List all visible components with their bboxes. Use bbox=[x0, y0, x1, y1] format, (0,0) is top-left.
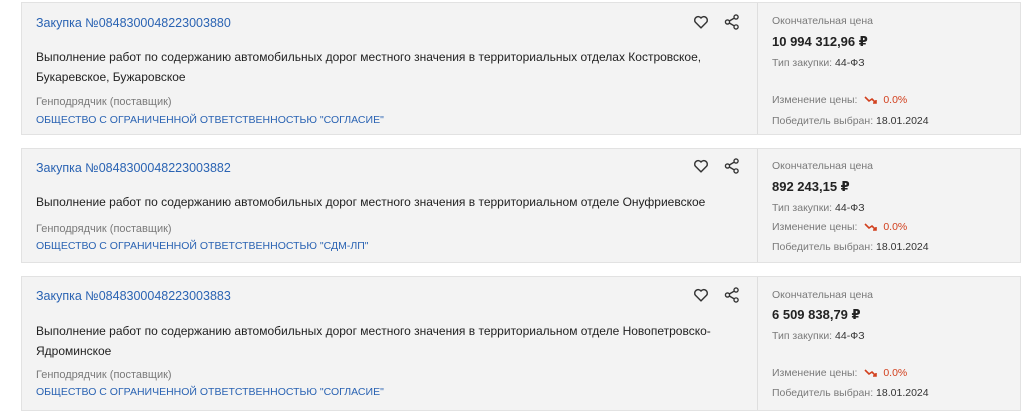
share-icon[interactable] bbox=[723, 157, 741, 175]
heart-icon[interactable] bbox=[692, 157, 710, 175]
purchase-list: Закупка №0848300048223003880 Выполнение … bbox=[0, 0, 1024, 411]
price-change-label: Изменение цены: bbox=[772, 221, 858, 233]
contractor-label: Генподрядчик (поставщик) bbox=[36, 369, 172, 381]
purchase-type-value: 44-ФЗ bbox=[835, 330, 865, 342]
price-change: Изменение цены: 0.0% bbox=[772, 367, 907, 379]
winner-chosen-label: Победитель выбран: bbox=[772, 241, 874, 253]
winner-chosen: Победитель выбран: 18.01.2024 bbox=[772, 387, 929, 399]
final-price-value: 10 994 312,96 ₽ bbox=[772, 34, 868, 49]
share-icon[interactable] bbox=[723, 13, 741, 31]
purchase-type-label: Тип закупки: bbox=[772, 202, 833, 214]
contractor-company-link[interactable]: ОБЩЕСТВО С ОГРАНИЧЕННОЙ ОТВЕТСТВЕННОСТЬЮ… bbox=[36, 386, 384, 398]
winner-chosen-label: Победитель выбран: bbox=[772, 387, 874, 399]
card-price-panel: Окончательная цена 6 509 838,79 ₽ Тип за… bbox=[757, 277, 1020, 410]
purchase-card: Закупка №0848300048223003880 Выполнение … bbox=[21, 2, 1021, 135]
purchase-type: Тип закупки: 44-ФЗ bbox=[772, 57, 865, 69]
trend-down-icon bbox=[864, 223, 878, 232]
purchase-card: Закупка №0848300048223003883 Выполнение … bbox=[21, 276, 1021, 411]
purchase-title-link[interactable]: Закупка №0848300048223003880 bbox=[36, 16, 231, 30]
purchase-type-label: Тип закупки: bbox=[772, 57, 833, 69]
card-main: Закупка №0848300048223003880 Выполнение … bbox=[22, 3, 757, 134]
purchase-type-label: Тип закупки: bbox=[772, 330, 833, 342]
price-change-label: Изменение цены: bbox=[772, 367, 858, 379]
price-change-label: Изменение цены: bbox=[772, 94, 858, 106]
final-price-value: 6 509 838,79 ₽ bbox=[772, 307, 861, 322]
winner-date: 18.01.2024 bbox=[876, 387, 929, 399]
price-change-value: 0.0% bbox=[883, 94, 908, 106]
winner-chosen-label: Победитель выбран: bbox=[772, 115, 874, 127]
contractor-label: Генподрядчик (поставщик) bbox=[36, 223, 172, 235]
card-price-panel: Окончательная цена 10 994 312,96 ₽ Тип з… bbox=[757, 3, 1020, 134]
heart-icon[interactable] bbox=[692, 13, 710, 31]
purchase-card: Закупка №0848300048223003882 Выполнение … bbox=[21, 148, 1021, 263]
winner-chosen: Победитель выбран: 18.01.2024 bbox=[772, 241, 929, 253]
card-main: Закупка №0848300048223003882 Выполнение … bbox=[22, 149, 757, 262]
purchase-title-link[interactable]: Закупка №0848300048223003882 bbox=[36, 161, 231, 175]
purchase-description: Выполнение работ по содержанию автомобил… bbox=[36, 195, 706, 209]
final-price-label: Окончательная цена bbox=[772, 15, 873, 27]
winner-date: 18.01.2024 bbox=[876, 241, 929, 253]
purchase-type-value: 44-ФЗ bbox=[835, 202, 865, 214]
price-change: Изменение цены: 0.0% bbox=[772, 221, 907, 233]
heart-icon[interactable] bbox=[692, 286, 710, 304]
purchase-description: Выполнение работ по содержанию автомобил… bbox=[36, 50, 702, 84]
final-price-label: Окончательная цена bbox=[772, 289, 873, 301]
trend-down-icon bbox=[864, 369, 878, 378]
share-icon[interactable] bbox=[723, 286, 741, 304]
price-change-value: 0.0% bbox=[883, 221, 908, 233]
purchase-description: Выполнение работ по содержанию автомобил… bbox=[36, 324, 711, 358]
final-price-value: 892 243,15 ₽ bbox=[772, 179, 850, 194]
trend-down-icon bbox=[864, 96, 878, 105]
final-price-label: Окончательная цена bbox=[772, 160, 873, 172]
contractor-label: Генподрядчик (поставщик) bbox=[36, 96, 172, 108]
card-main: Закупка №0848300048223003883 Выполнение … bbox=[22, 277, 757, 410]
purchase-type: Тип закупки: 44-ФЗ bbox=[772, 202, 865, 214]
purchase-type-value: 44-ФЗ bbox=[835, 57, 865, 69]
purchase-title-link[interactable]: Закупка №0848300048223003883 bbox=[36, 289, 231, 303]
card-price-panel: Окончательная цена 892 243,15 ₽ Тип заку… bbox=[757, 149, 1020, 262]
contractor-company-link[interactable]: ОБЩЕСТВО С ОГРАНИЧЕННОЙ ОТВЕТСТВЕННОСТЬЮ… bbox=[36, 114, 384, 126]
contractor-company-link[interactable]: ОБЩЕСТВО С ОГРАНИЧЕННОЙ ОТВЕТСТВЕННОСТЬЮ… bbox=[36, 240, 369, 252]
winner-chosen: Победитель выбран: 18.01.2024 bbox=[772, 115, 929, 127]
price-change: Изменение цены: 0.0% bbox=[772, 94, 907, 106]
purchase-type: Тип закупки: 44-ФЗ bbox=[772, 330, 865, 342]
price-change-value: 0.0% bbox=[883, 367, 908, 379]
winner-date: 18.01.2024 bbox=[876, 115, 929, 127]
